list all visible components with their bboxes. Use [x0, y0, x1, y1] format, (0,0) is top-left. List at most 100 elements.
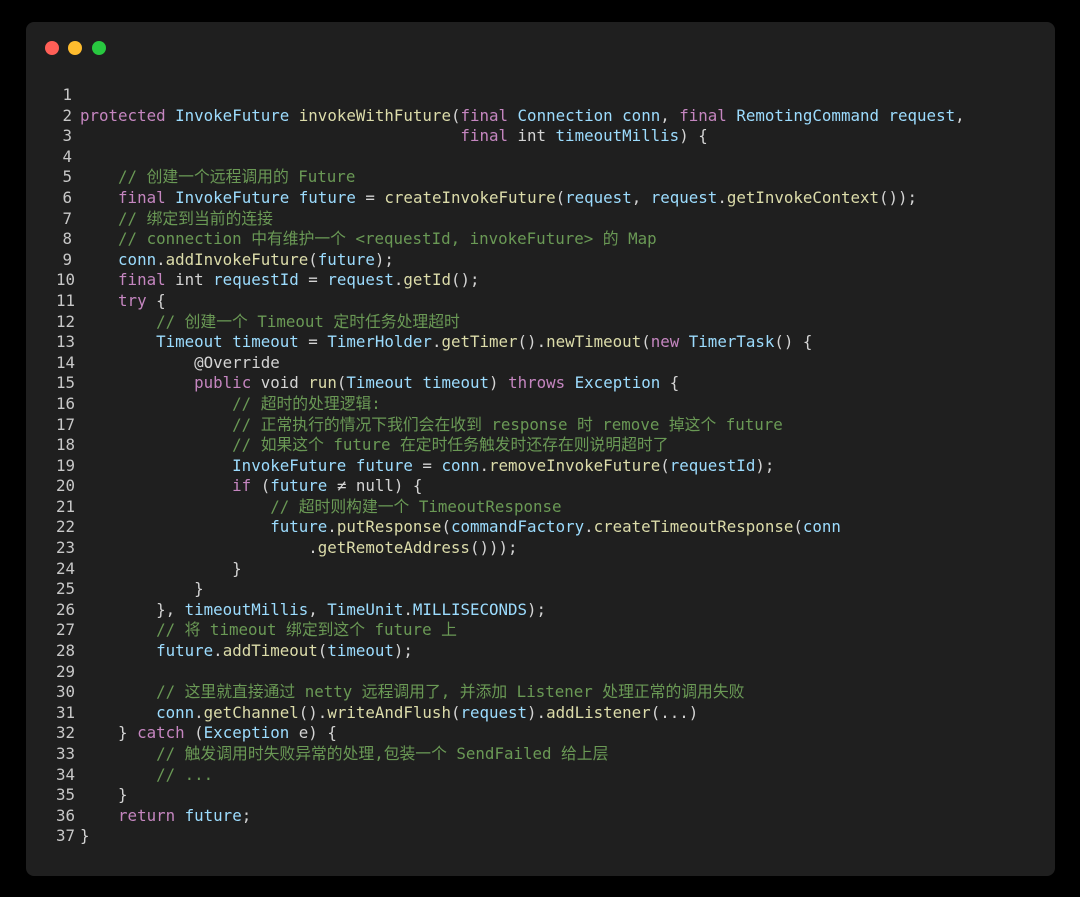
code-token: .	[584, 517, 594, 537]
code-token: conn	[118, 249, 157, 269]
code-text: public void run(Timeout timeout) throws …	[72, 373, 679, 394]
code-line: 34 // ...	[56, 765, 1045, 786]
code-token: );	[527, 599, 547, 619]
code-text: }	[72, 785, 128, 806]
maximize-dot-icon[interactable]	[92, 41, 106, 55]
code-token: }	[80, 723, 138, 743]
code-text: final int timeoutMillis) {	[72, 126, 707, 147]
code-token: requestId	[213, 270, 299, 290]
code-token: throws	[508, 373, 566, 393]
code-token: // 创建一个 Timeout 定时任务处理超时	[156, 311, 460, 331]
code-token: (	[793, 517, 803, 537]
code-token: // 这里就直接通过 netty 远程调用了, 并添加 Listener 处理正…	[156, 682, 745, 702]
code-text: // 如果这个 future 在定时任务触发时还存在则说明超时了	[72, 435, 669, 456]
code-token: getRemoteAddress	[317, 538, 470, 558]
code-token: getTimer	[441, 332, 518, 352]
code-token: =	[412, 455, 442, 475]
line-number: 22	[56, 517, 76, 537]
code-token: return	[118, 805, 176, 825]
code-token: () {	[774, 332, 813, 352]
code-block: 1 2 protected InvokeFuture invokeWithFutur…	[56, 85, 1045, 847]
code-token: future	[270, 476, 328, 496]
code-line: 5 // 创建一个远程调用的 Future	[56, 167, 1045, 188]
code-token: if	[232, 476, 252, 496]
code-text: if (future ≠ null) {	[72, 476, 422, 497]
code-token: conn	[802, 517, 841, 537]
code-token: // 正常执行的情况下我们会在收到 response 时 remove 掉这个 …	[232, 414, 783, 434]
code-token: final	[118, 187, 166, 207]
code-token: // ...	[156, 764, 214, 784]
code-text: conn.getChannel().writeAndFlush(request)…	[72, 703, 698, 724]
code-token: InvokeFuture	[175, 187, 290, 207]
code-text: // 超时的处理逻辑:	[72, 394, 381, 415]
code-token: },	[80, 599, 185, 619]
code-line: 32 } catch (Exception e) {	[56, 723, 1045, 744]
code-token: (	[317, 641, 328, 661]
code-token: createInvokeFuture	[384, 187, 556, 207]
code-text: }	[72, 826, 90, 847]
code-token: invokeWithFuture	[298, 105, 451, 125]
code-token: (	[184, 723, 204, 743]
line-number: 8	[62, 229, 72, 249]
code-token: putResponse	[336, 517, 442, 537]
code-token: writeAndFlush	[327, 702, 451, 722]
code-token: // 触发调用时失败异常的处理,包装一个 SendFailed 给上层	[156, 744, 609, 763]
code-token: (	[308, 249, 318, 269]
code-token: // 如果这个 future 在定时任务触发时还存在则说明超时了	[232, 435, 669, 455]
code-text: // 将 timeout 绑定到这个 future 上	[72, 620, 457, 641]
code-line: 17 // 正常执行的情况下我们会在收到 response 时 remove 掉…	[56, 415, 1045, 436]
code-token: ());	[879, 187, 918, 207]
code-token: .	[194, 702, 204, 722]
code-token: conn	[622, 105, 661, 125]
code-text: future.addTimeout(timeout);	[72, 641, 413, 662]
code-token: run	[308, 373, 337, 393]
code-line: 22 future.putResponse(commandFactory.cre…	[56, 517, 1045, 538]
code-text: // connection 中有维护一个 <requestId, invokeF…	[72, 229, 657, 250]
line-number: 7	[62, 208, 72, 228]
code-token: (	[555, 187, 566, 207]
code-token: request	[460, 702, 528, 722]
line-number: 24	[56, 558, 76, 578]
code-token: final	[679, 105, 727, 125]
code-token: ();	[450, 270, 480, 290]
code-text: // 超时则构建一个 TimeoutResponse	[72, 497, 561, 518]
code-token: ,	[660, 105, 680, 125]
code-token: commandFactory	[450, 517, 585, 537]
minimize-dot-icon[interactable]	[68, 41, 82, 55]
line-number: 21	[56, 496, 76, 516]
line-number: 26	[56, 599, 76, 619]
code-token: {	[660, 373, 680, 393]
code-token: catch	[137, 723, 185, 743]
code-text: // 触发调用时失败异常的处理,包装一个 SendFailed 给上层	[72, 744, 608, 765]
code-token: .	[393, 270, 404, 290]
code-token: .	[80, 538, 318, 558]
line-number: 37	[56, 826, 76, 846]
code-token: final	[118, 270, 166, 290]
line-number: 10	[56, 270, 76, 290]
line-number: 23	[56, 538, 76, 558]
code-text: // 创建一个远程调用的 Future	[72, 167, 355, 188]
code-token: removeInvokeFuture	[489, 455, 661, 475]
code-token: Connection	[517, 105, 613, 125]
close-dot-icon[interactable]	[45, 41, 59, 55]
line-number: 29	[56, 661, 76, 681]
code-token: request	[888, 105, 956, 125]
code-text: // 创建一个 Timeout 定时任务处理超时	[72, 312, 460, 333]
code-token: conn	[441, 455, 480, 475]
code-token: conn	[156, 702, 195, 722]
code-token: timeout	[422, 373, 490, 393]
code-token: InvokeFuture	[175, 105, 290, 125]
